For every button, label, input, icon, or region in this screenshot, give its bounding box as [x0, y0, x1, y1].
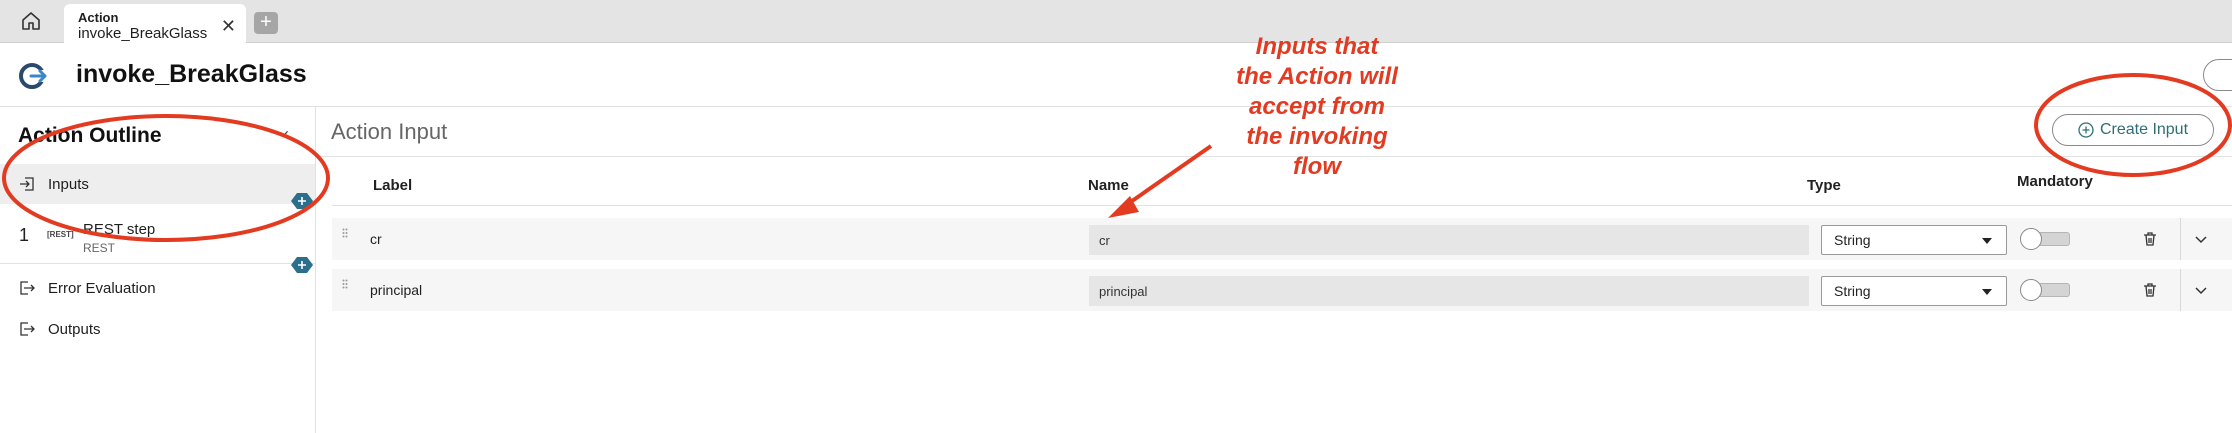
sidebar-item-outputs[interactable]: Outputs [0, 309, 315, 349]
create-input-button[interactable]: Create Input [2052, 114, 2214, 146]
name-input[interactable] [1089, 276, 1809, 306]
sidebar-item-inputs[interactable]: Inputs [0, 164, 315, 204]
chevron-down-icon[interactable] [2194, 283, 2208, 297]
step-kind: REST [83, 241, 116, 255]
section-title: Action Input [331, 119, 448, 144]
annotation-line: Inputs that [1255, 33, 1379, 60]
sidebar-item-error-evaluation[interactable]: Error Evaluation [0, 268, 315, 308]
rest-tag-icon: [REST] [47, 230, 74, 239]
annotation-line: flow [1293, 153, 1341, 180]
input-icon [18, 175, 36, 193]
plus-icon [291, 193, 313, 209]
outline-title: Action Outline [18, 124, 162, 147]
divider [332, 205, 2232, 206]
collapse-icon[interactable]: ‹ [283, 124, 289, 145]
toggle-knob [2020, 228, 2042, 250]
toggle-knob [2020, 279, 2042, 301]
column-header-label: Label [373, 177, 413, 194]
page-header: invoke_BreakGlass [0, 43, 2232, 107]
chevron-down-icon[interactable] [2194, 232, 2208, 246]
header-action-button[interactable] [2203, 59, 2232, 91]
mandatory-toggle[interactable] [2020, 279, 2072, 301]
trash-icon[interactable] [2142, 282, 2158, 298]
step-number: 1 [19, 225, 30, 245]
action-outline-sidebar: Action Outline ‹ Inputs 1 [REST] REST st… [0, 107, 316, 433]
plus-circle-icon [2078, 122, 2094, 138]
action-logo-icon [19, 63, 49, 89]
create-input-label: Create Input [2099, 121, 2189, 138]
caret-down-icon [1982, 238, 1992, 244]
annotation-text: Inputs that the Action will accept from … [1182, 32, 1452, 182]
table-row: principal String [332, 269, 2232, 311]
name-input[interactable] [1089, 225, 1809, 255]
caret-down-icon [1982, 289, 1992, 295]
sidebar-item-label: Inputs [48, 175, 89, 193]
new-tab-button[interactable]: + [254, 12, 278, 34]
type-value: String [1834, 232, 1871, 248]
drag-handle-icon[interactable] [342, 228, 348, 238]
row-label: cr [370, 231, 382, 247]
annotation-line: accept from [1248, 93, 1386, 120]
home-button[interactable] [16, 6, 46, 36]
step-rest[interactable]: 1 [REST] REST step REST [0, 208, 315, 264]
row-label: principal [370, 282, 423, 298]
annotation-line: the Action will [1236, 63, 1398, 90]
sidebar-item-label: Outputs [48, 320, 101, 338]
divider [2180, 269, 2181, 311]
type-value: String [1834, 283, 1871, 299]
mandatory-toggle[interactable] [2020, 228, 2072, 250]
column-header-mandatory: Mandatory [2017, 173, 2093, 190]
step-name: REST step [83, 221, 156, 238]
column-header-type: Type [1807, 177, 1841, 194]
divider [2180, 218, 2181, 260]
type-dropdown[interactable]: String [1821, 276, 2007, 306]
column-header-name: Name [1088, 177, 1129, 194]
close-icon[interactable]: ✕ [221, 17, 236, 35]
trash-icon[interactable] [2142, 231, 2158, 247]
page-title: invoke_BreakGlass [76, 60, 307, 88]
table-row: cr String [332, 218, 2232, 260]
annotation-arrowhead [1108, 196, 1139, 218]
type-dropdown[interactable]: String [1821, 225, 2007, 255]
drag-handle-icon[interactable] [342, 279, 348, 289]
exit-icon [18, 320, 36, 338]
home-icon [22, 12, 40, 30]
tab-bar: Action invoke_BreakGlass ✕ + [0, 0, 2232, 44]
annotation-line: the invoking [1246, 123, 1388, 150]
exit-icon [18, 279, 36, 297]
sidebar-item-label: Error Evaluation [48, 279, 156, 297]
add-step-button[interactable] [291, 193, 313, 209]
tab-invoke-breakglass[interactable]: Action invoke_BreakGlass ✕ [64, 4, 246, 44]
